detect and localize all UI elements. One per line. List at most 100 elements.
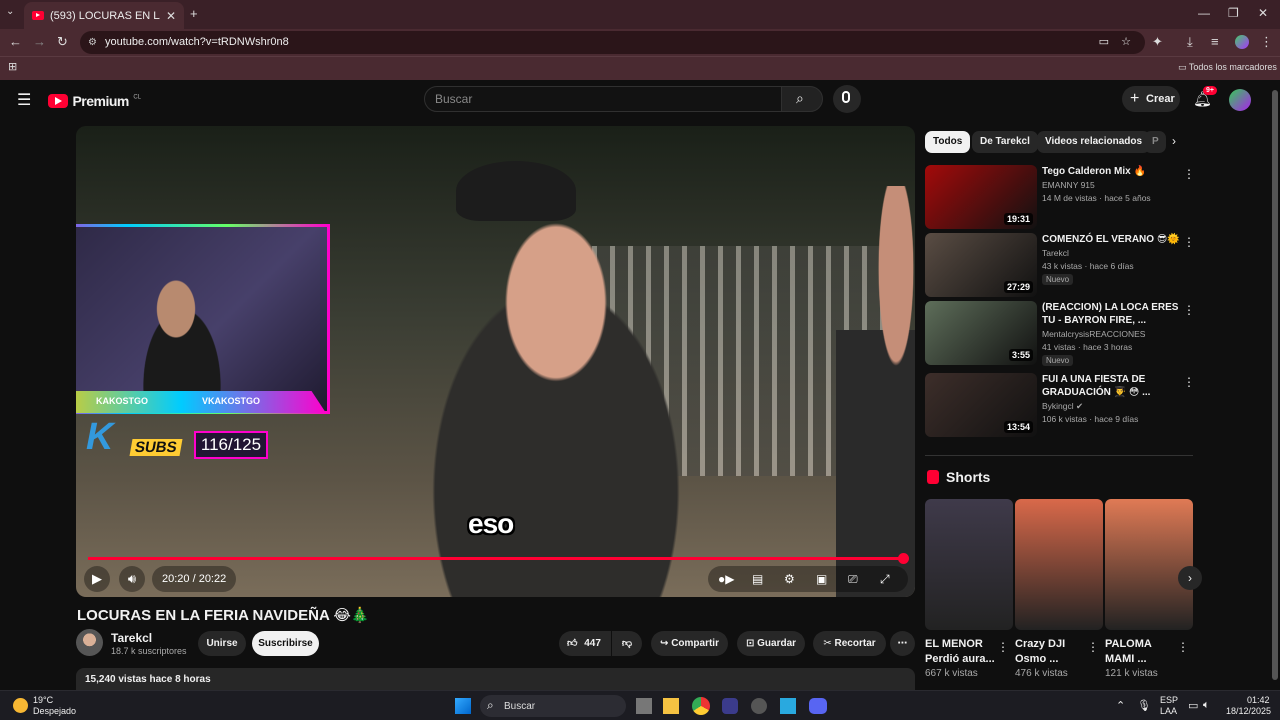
related-title[interactable]: (REACCION) LA LOCA ERES TU - BAYRON FIRE…	[1042, 301, 1180, 327]
tray-mic-icon[interactable]: 🎙︎	[1137, 699, 1151, 712]
save-button[interactable]: ⊡ Guardar	[737, 631, 805, 656]
short-more-icon[interactable]: ⋮	[997, 640, 1009, 654]
voice-search-button[interactable]	[833, 85, 861, 113]
chip-related[interactable]: Videos relacionados	[1037, 131, 1151, 153]
chip-channel[interactable]: De Tarekcl	[972, 131, 1038, 153]
progress-bar[interactable]	[88, 557, 905, 560]
restore-icon[interactable]: ❐	[1228, 6, 1239, 20]
weather-icon[interactable]	[13, 698, 28, 713]
task-view-icon[interactable]	[636, 698, 652, 714]
more-actions-button[interactable]: ⋯	[890, 631, 915, 656]
subtitles-icon[interactable]: ▤	[752, 566, 763, 592]
app-icon-1[interactable]	[722, 698, 738, 714]
miniplayer-icon[interactable]: ▣	[816, 566, 827, 592]
related-video[interactable]: 3:55 (REACCION) LA LOCA ERES TU - BAYRON…	[925, 301, 1195, 366]
share-button[interactable]: ↪ Compartir	[651, 631, 728, 656]
browser-tab[interactable]: (593) LOCURAS EN LA FERIA NAVIDEÑA ✕	[24, 2, 184, 29]
settings-gear-icon[interactable]: ⚙	[784, 566, 795, 592]
join-button[interactable]: Unirse	[198, 631, 246, 656]
create-button[interactable]: + Crear	[1122, 86, 1180, 112]
clock-date[interactable]: 18/12/2025	[1226, 706, 1271, 716]
browser-menu-icon[interactable]: ⋮	[1260, 34, 1273, 50]
scrollbar-thumb[interactable]	[1272, 90, 1278, 680]
video-player[interactable]: KAKOSTGO VKAKOSTGO K SUBS 116/125 eso ▶ …	[76, 126, 915, 597]
short-more-icon[interactable]: ⋮	[1177, 640, 1189, 654]
related-thumbnail[interactable]: 19:31	[925, 165, 1037, 229]
windows-start-icon[interactable]	[455, 698, 471, 714]
volume-button[interactable]: 🔊︎	[119, 566, 145, 592]
short-thumbnail[interactable]	[1015, 499, 1103, 630]
chip-todos[interactable]: Todos	[925, 131, 971, 153]
page-scrollbar[interactable]	[1272, 90, 1278, 690]
shorts-next-button[interactable]: ›	[1178, 566, 1202, 590]
install-app-icon[interactable]: ▭	[1099, 31, 1109, 54]
bookmark-star-icon[interactable]: ☆	[1121, 31, 1131, 54]
short-title[interactable]: Crazy DJI Osmo ...	[1015, 637, 1087, 667]
short-more-icon[interactable]: ⋮	[1087, 640, 1099, 654]
all-bookmarks[interactable]: ▭ Todos los marcadores	[1178, 62, 1277, 73]
related-channel[interactable]: MentalcrysisREACCIONES	[1042, 329, 1145, 339]
discord-icon[interactable]	[809, 698, 827, 714]
related-title[interactable]: Tego Calderon Mix 🔥	[1042, 165, 1180, 178]
chip-more[interactable]: P	[1144, 131, 1166, 153]
file-explorer-icon[interactable]	[663, 698, 679, 714]
channel-avatar[interactable]	[76, 629, 103, 656]
notifications-button[interactable]: 🔔︎ 9+	[1193, 86, 1217, 108]
description-box[interactable]: 15,240 vistas hace 8 horas	[76, 668, 915, 690]
site-info-icon[interactable]: ⚙	[88, 31, 97, 54]
related-thumbnail[interactable]: 27:29	[925, 233, 1037, 297]
reading-list-icon[interactable]: ≡	[1211, 34, 1219, 49]
short-title[interactable]: PALOMA MAMI ...	[1105, 637, 1177, 667]
related-channel[interactable]: Bykingcl ✔	[1042, 401, 1083, 412]
account-avatar[interactable]	[1229, 89, 1251, 111]
extensions-icon[interactable]: ✦	[1152, 34, 1163, 50]
close-window-icon[interactable]: ✕	[1258, 6, 1268, 20]
chips-next-icon[interactable]: ›	[1172, 134, 1176, 148]
youtube-logo[interactable]: Premium CL	[48, 92, 141, 110]
tab-close-icon[interactable]: ✕	[166, 9, 176, 23]
download-icon[interactable]: ⤓	[1187, 34, 1193, 50]
clock-time[interactable]: 01:42	[1247, 695, 1270, 705]
short-thumbnail[interactable]	[1105, 499, 1193, 630]
clip-button[interactable]: ✂ Recortar	[813, 631, 886, 656]
autoplay-toggle[interactable]: ●▶	[718, 566, 734, 592]
play-button[interactable]: ▶	[84, 566, 110, 592]
like-button[interactable]: 👍︎ 447	[559, 631, 611, 656]
search-input[interactable]: Buscar	[424, 86, 782, 112]
short-title[interactable]: EL MENOR Perdió aura...	[925, 637, 997, 667]
more-options-icon[interactable]: ⋮	[1183, 167, 1195, 181]
tray-chevron-icon[interactable]: ⌃	[1116, 699, 1125, 712]
related-channel[interactable]: Tarekcl	[1042, 248, 1069, 258]
profile-avatar-icon[interactable]	[1235, 35, 1249, 49]
tab-list-icon[interactable]: ⌄	[6, 6, 14, 17]
new-tab-icon[interactable]: +	[190, 6, 198, 21]
more-options-icon[interactable]: ⋮	[1183, 303, 1195, 317]
chrome-icon[interactable]	[692, 697, 710, 715]
dislike-button[interactable]: 👎︎	[612, 631, 642, 656]
hamburger-menu-icon[interactable]: ☰	[17, 90, 31, 110]
speaker-icon[interactable]: 🔈︎	[1203, 699, 1210, 712]
related-thumbnail[interactable]: 13:54	[925, 373, 1037, 437]
fullscreen-icon[interactable]: ⤢	[880, 566, 890, 592]
lang-top[interactable]: ESP	[1160, 695, 1178, 705]
app-icon-3[interactable]	[780, 698, 796, 714]
app-icon-2[interactable]	[751, 698, 767, 714]
network-icon[interactable]: ▭	[1188, 699, 1198, 712]
short-thumbnail[interactable]	[925, 499, 1013, 630]
related-title[interactable]: FUI A UNA FIESTA DE GRADUACIÓN 👨‍🎓 😳 ...	[1042, 373, 1180, 399]
channel-name[interactable]: Tarekcl	[111, 631, 152, 645]
related-channel[interactable]: EMANNY 915	[1042, 180, 1095, 190]
minimize-icon[interactable]: —	[1198, 6, 1210, 20]
taskbar-search[interactable]: ⌕ Buscar	[480, 695, 626, 717]
related-thumbnail[interactable]: 3:55	[925, 301, 1037, 365]
search-button[interactable]: ⌕	[781, 86, 823, 112]
cast-icon[interactable]: ⎚	[848, 566, 858, 592]
apps-grid-icon[interactable]: ⊞	[8, 60, 17, 73]
related-video[interactable]: 27:29 COMENZÓ EL VERANO 😎🌞 Tarekcl 43 k …	[925, 233, 1195, 297]
related-video[interactable]: 19:31 Tego Calderon Mix 🔥 EMANNY 915 14 …	[925, 165, 1195, 229]
related-video[interactable]: 13:54 FUI A UNA FIESTA DE GRADUACIÓN 👨‍🎓…	[925, 373, 1195, 437]
reload-icon[interactable]: ↻	[57, 34, 68, 50]
back-icon[interactable]: ←	[9, 34, 22, 49]
lang-bottom[interactable]: LAA	[1160, 706, 1177, 716]
more-options-icon[interactable]: ⋮	[1183, 235, 1195, 249]
